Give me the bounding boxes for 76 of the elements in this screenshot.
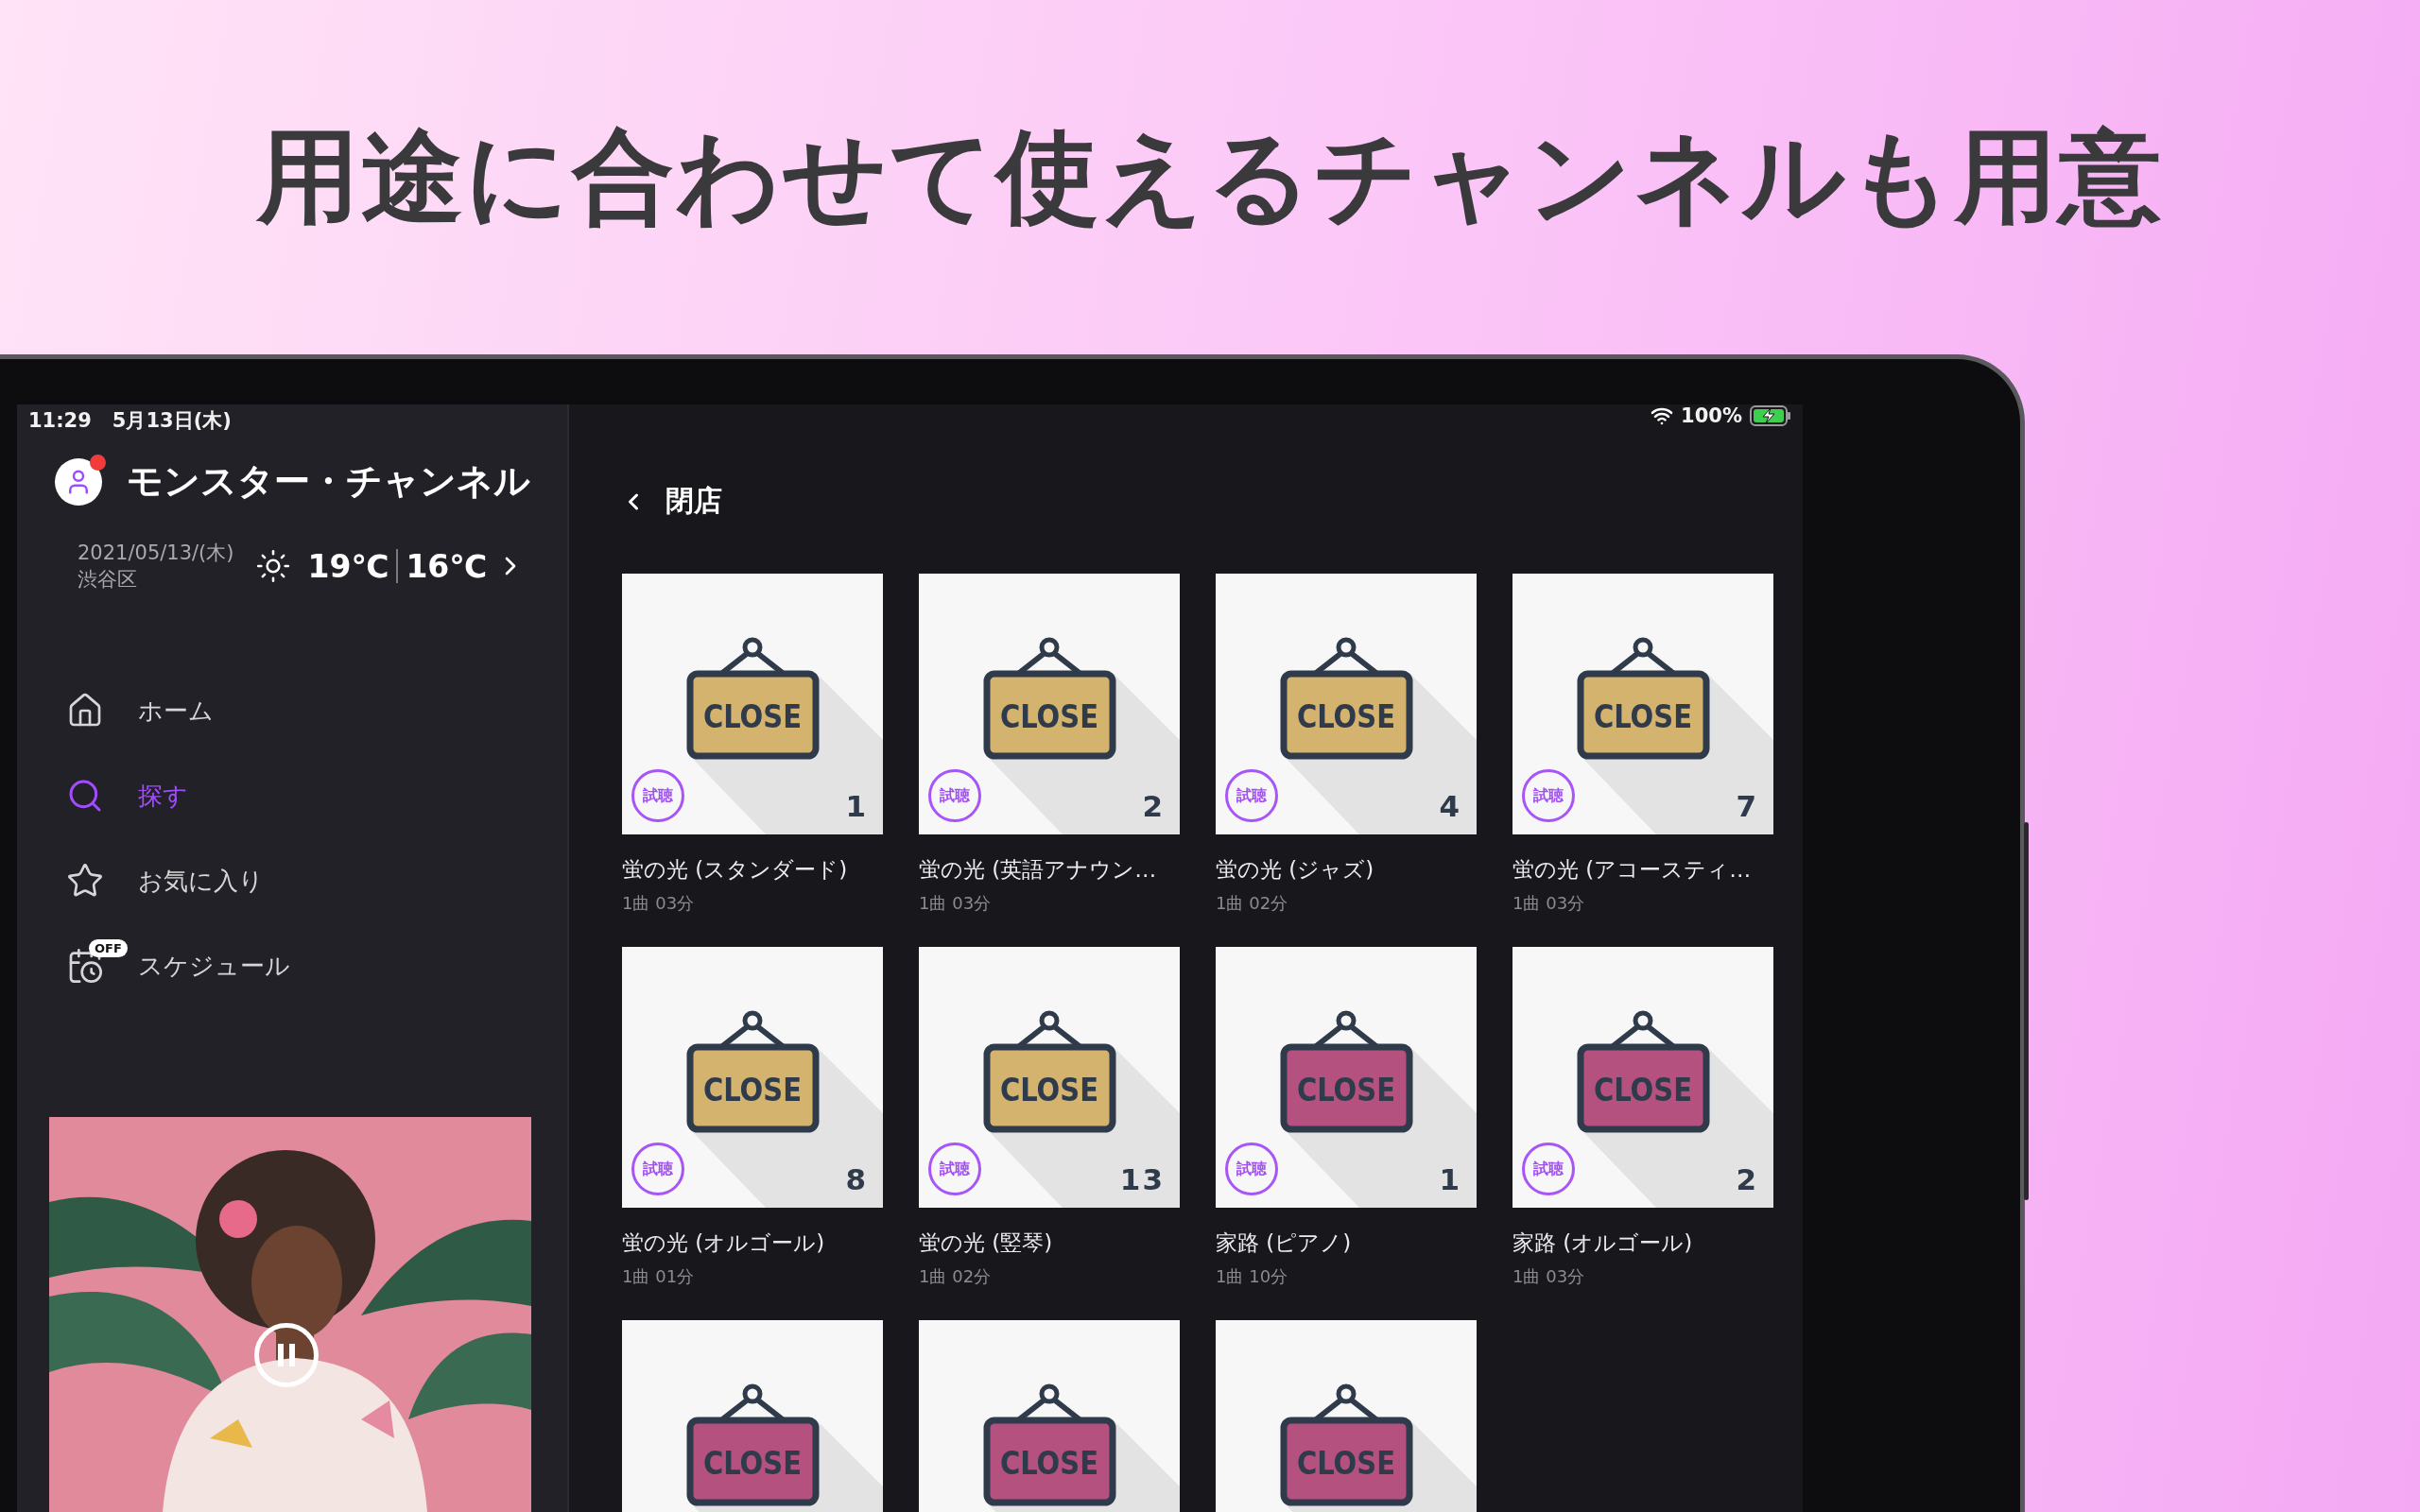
channel-title: モンスター・チャンネル — [127, 459, 530, 504]
sign-label: CLOSE — [1297, 697, 1401, 735]
channel-thumbnail[interactable]: CLOSE 試聴 7 — [1512, 574, 1773, 834]
channel-title: 蛍の光 (アコースティ… — [1512, 856, 1753, 884]
nav-item[interactable]: OFF スケジュール — [66, 942, 567, 989]
track-count: 2 — [1142, 789, 1165, 823]
sign-label: CLOSE — [703, 697, 807, 735]
channel-thumbnail[interactable]: CLOSE — [622, 1320, 883, 1512]
nav-item[interactable]: ホーム — [66, 687, 567, 734]
sign-label: CLOSE — [1594, 1071, 1698, 1108]
sign-label: CLOSE — [1297, 1444, 1401, 1482]
preview-badge[interactable]: 試聴 — [631, 769, 684, 822]
track-count: 1 — [1439, 1162, 1461, 1196]
nav-label: ホーム — [138, 695, 214, 727]
channel-duration: 1曲 10分 — [1216, 1265, 1289, 1288]
sign-label: CLOSE — [703, 1444, 807, 1482]
channel-duration: 1曲 03分 — [919, 892, 993, 915]
page-title: 閉店 — [666, 483, 722, 519]
channel-title: 蛍の光 (オルゴール) — [622, 1229, 826, 1257]
preview-badge[interactable]: 試聴 — [631, 1143, 684, 1195]
channel-duration: 1曲 03分 — [622, 892, 696, 915]
track-count: 7 — [1736, 789, 1758, 823]
nav-label: 探す — [138, 780, 188, 812]
high-temperature: 19℃ — [307, 547, 389, 585]
status-date: 5月13日(木) — [112, 408, 232, 434]
nav-label: スケジュール — [138, 950, 290, 982]
channel-title: 蛍の光 (ジャズ) — [1216, 856, 1375, 884]
channel-thumbnail[interactable]: CLOSE 試聴 2 — [1512, 947, 1773, 1208]
sign-label: CLOSE — [1000, 1071, 1104, 1108]
channel-title: 家路 (ピアノ) — [1216, 1229, 1353, 1257]
status-time: 11:29 — [28, 409, 92, 432]
channel-thumbnail[interactable]: CLOSE 試聴 2 — [919, 574, 1180, 834]
sign-label: CLOSE — [1000, 697, 1104, 735]
nav-label: お気に入り — [138, 865, 264, 897]
channel-thumbnail[interactable]: CLOSE 試聴 1 — [1216, 947, 1477, 1208]
sign-label: CLOSE — [1000, 1444, 1104, 1482]
channel-title: 蛍の光 (スタンダード) — [622, 856, 849, 884]
channel-thumbnail[interactable]: CLOSE 試聴 1 — [622, 574, 883, 834]
preview-badge[interactable]: 試聴 — [1225, 769, 1278, 822]
sign-label: CLOSE — [1297, 1071, 1401, 1108]
low-temperature: 16℃ — [406, 547, 488, 585]
track-count: 1 — [845, 789, 868, 823]
headline: 用途に合わせて使えるチャンネルも用意 — [257, 115, 2163, 237]
sign-label: CLOSE — [1594, 697, 1698, 735]
channel-thumbnail[interactable]: CLOSE 試聴 4 — [1216, 574, 1477, 834]
sign-label: CLOSE — [703, 1071, 807, 1108]
nav-item[interactable]: お気に入り — [66, 857, 567, 904]
pause-icon — [275, 1342, 298, 1368]
preview-badge[interactable]: 試聴 — [1225, 1143, 1278, 1195]
channel-title: 蛍の光 (英語アナウン… — [919, 856, 1158, 884]
preview-badge[interactable]: 試聴 — [928, 1143, 981, 1195]
weather-area: 渋谷区 — [78, 566, 234, 593]
channel-duration: 1曲 03分 — [1512, 1265, 1586, 1288]
pause-button[interactable] — [254, 1323, 319, 1387]
track-count: 8 — [845, 1162, 868, 1196]
weather-date: 2021/05/13/(木) — [78, 541, 234, 566]
off-badge: OFF — [89, 939, 128, 957]
sun-icon — [254, 548, 291, 584]
preview-badge[interactable]: 試聴 — [928, 769, 981, 822]
preview-badge[interactable]: 試聴 — [1522, 1143, 1575, 1195]
channel-thumbnail[interactable]: CLOSE — [919, 1320, 1180, 1512]
channel-title: 家路 (オルゴール) — [1512, 1229, 1694, 1257]
channel-thumbnail[interactable]: CLOSE — [1216, 1320, 1477, 1512]
channel-duration: 1曲 01分 — [622, 1265, 696, 1288]
track-count: 2 — [1736, 1162, 1758, 1196]
channel-title: 蛍の光 (竪琴) — [919, 1229, 1054, 1257]
channel-duration: 1曲 02分 — [919, 1265, 993, 1288]
preview-badge[interactable]: 試聴 — [1522, 769, 1575, 822]
channel-thumbnail[interactable]: CLOSE 試聴 13 — [919, 947, 1180, 1208]
track-count: 13 — [1119, 1162, 1165, 1196]
battery-percent: 100% — [1681, 404, 1742, 427]
nav-item[interactable]: 探す — [66, 772, 567, 819]
channel-duration: 1曲 02分 — [1216, 892, 1289, 915]
channel-thumbnail[interactable]: CLOSE 試聴 8 — [622, 947, 883, 1208]
track-count: 4 — [1439, 789, 1461, 823]
channel-duration: 1曲 03分 — [1512, 892, 1586, 915]
